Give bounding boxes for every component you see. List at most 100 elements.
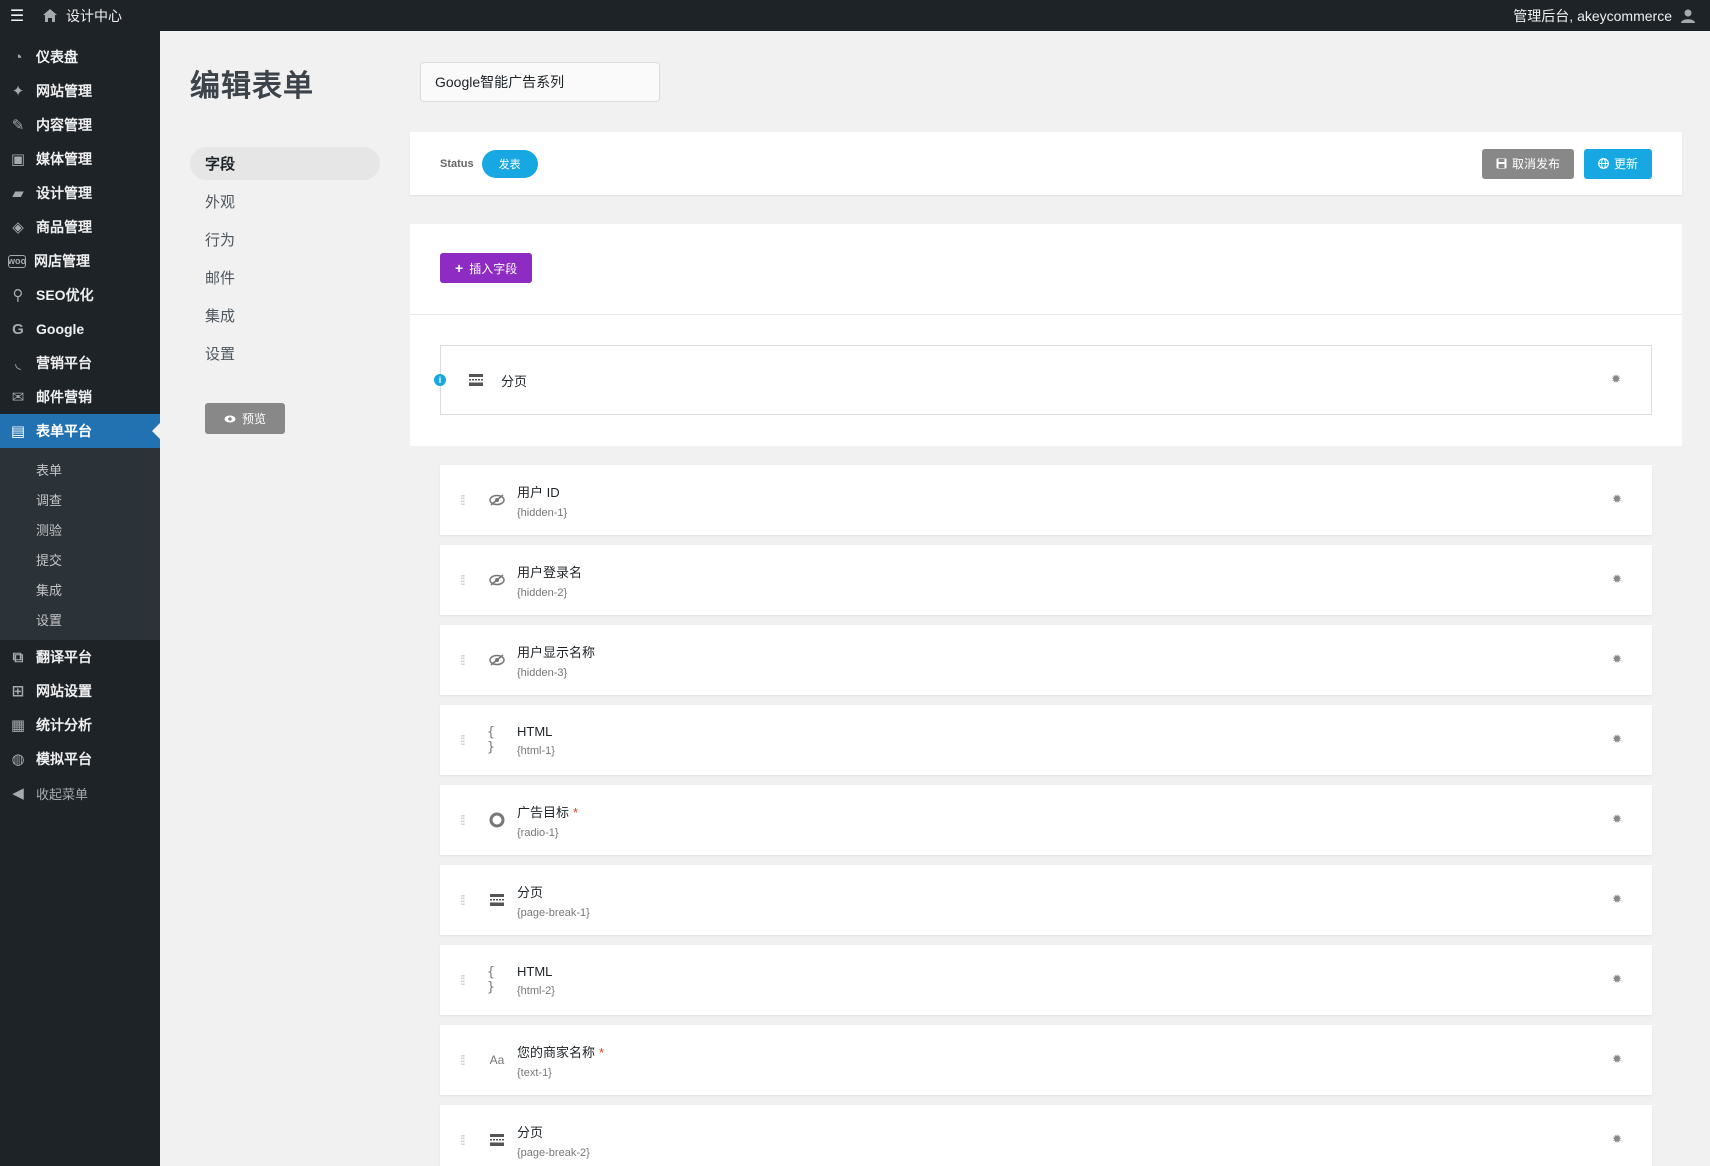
submenu-item-submissions[interactable]: 提交 [0, 544, 160, 574]
field-slug: {hidden-2} [517, 586, 568, 599]
field-text: 用户登录名 {hidden-2} [517, 562, 582, 599]
tab-fields[interactable]: 字段 [190, 147, 380, 180]
gear-icon[interactable]: ✹ [1612, 972, 1622, 986]
sidebar-item-google[interactable]: G Google [0, 312, 160, 346]
sidebar-item-dashboard[interactable]: ◔ 仪表盘 [0, 40, 160, 74]
sidebar-item-seo[interactable]: ⚲ SEO优化 [0, 278, 160, 312]
tab-email[interactable]: 邮件 [190, 261, 380, 294]
user-menu[interactable]: 管理后台, akeycommerce [1513, 6, 1710, 26]
sidebar-item-sites[interactable]: ✦ 网站管理 [0, 74, 160, 108]
drag-handle-icon[interactable]: ⁞⁞ [460, 732, 472, 748]
globe-icon: ◍ [11, 751, 25, 768]
sidebar-item-design[interactable]: ▰ 设计管理 [0, 176, 160, 210]
gear-icon[interactable]: ✹ [1612, 812, 1622, 826]
status-badge[interactable]: 发表 [481, 149, 538, 178]
gear-icon[interactable]: ✹ [1612, 572, 1622, 586]
stats-icon: ▦ [10, 717, 26, 734]
translate-icon: ⧉ [12, 648, 24, 666]
dashboard-icon: ◔ [13, 48, 23, 66]
sidebar-item-translate[interactable]: ⧉ 翻译平台 [0, 640, 160, 674]
gear-icon[interactable]: ✹ [1612, 892, 1622, 906]
drag-handle-icon[interactable]: ⁞⁞ [460, 492, 472, 508]
field-list: ⁞⁞ 用户 ID {hidden-1} ✹ ⁞⁞ 用户登录名 {hidden-2} ✹ ⁞⁞ 用户… [440, 465, 1652, 1166]
submenu-item-forms[interactable]: 表单 [0, 454, 160, 484]
sidebar-item-email[interactable]: ✉ 邮件营销 [0, 380, 160, 414]
drag-handle-icon[interactable]: ⁞⁞ [460, 1052, 472, 1068]
hidden-icon [487, 650, 507, 670]
search-icon: ⚲ [12, 287, 24, 304]
sidebar-item-products[interactable]: ◈ 商品管理 [0, 210, 160, 244]
field-row[interactable]: ⁞⁞ 用户 ID {hidden-1} ✹ [440, 465, 1652, 535]
sidebar-item-label: 邮件营销 [36, 389, 92, 405]
field-label: 分页 [517, 1124, 544, 1140]
tab-integrations[interactable]: 集成 [190, 299, 380, 332]
page-break-icon [487, 1130, 507, 1150]
gear-icon[interactable]: ✹ [1612, 492, 1622, 506]
menu-toggle-icon[interactable]: ☰ [0, 6, 34, 26]
gear-icon[interactable]: ✹ [1612, 732, 1622, 746]
info-icon[interactable]: i [434, 374, 446, 386]
hidden-icon [487, 490, 507, 510]
sidebar-item-analytics[interactable]: ▦ 统计分析 [0, 708, 160, 742]
sidebar-item-shop[interactable]: woo 网店管理 [0, 244, 160, 278]
page-title: 编辑表单 [190, 70, 314, 103]
insert-field-button[interactable]: + 插入字段 [440, 253, 533, 283]
gear-icon[interactable]: ✹ [1612, 1132, 1622, 1146]
site-home-link[interactable]: 设计中心 [42, 6, 122, 26]
update-button[interactable]: 更新 [1583, 148, 1652, 179]
sidebar-item-label: 媒体管理 [36, 151, 92, 167]
sidebar-item-label: 商品管理 [36, 219, 92, 235]
field-row[interactable]: ⁞⁞ 分页 {page-break-2} ✹ [440, 1105, 1652, 1166]
collapse-menu-label: 收起菜单 [36, 786, 89, 802]
field-slug: {hidden-1} [517, 506, 568, 519]
field-label: 用户显示名称 [517, 644, 596, 660]
tab-appearance[interactable]: 外观 [190, 185, 380, 218]
admin-sidebar: ◔ 仪表盘 ✦ 网站管理 ✎ 内容管理 ▣ 媒体管理 ▰ 设计管理 ◈ 商品管理 woo 网店… [0, 31, 160, 1166]
tab-behavior[interactable]: 行为 [190, 223, 380, 256]
sidebar-item-label: 统计分析 [36, 717, 92, 733]
submenu-item-quizzes[interactable]: 测验 [0, 514, 160, 544]
tab-settings[interactable]: 设置 [190, 337, 380, 370]
gear-icon[interactable]: ✹ [1612, 1052, 1622, 1066]
submenu-item-settings[interactable]: 设置 [0, 604, 160, 634]
drag-handle-icon[interactable]: ⁞⁞ [460, 572, 472, 588]
field-text: HTML {html-1} [517, 724, 555, 757]
field-label: 分页 [517, 884, 544, 900]
drag-handle-icon[interactable]: ⁞⁞ [460, 652, 472, 668]
field-row[interactable]: ⁞⁞ 分页 {page-break-1} ✹ [440, 865, 1652, 935]
user-avatar-icon [1681, 9, 1695, 23]
field-row[interactable]: ⁞⁞ 用户显示名称 {hidden-3} ✹ [440, 625, 1652, 695]
drag-handle-icon[interactable]: ⁞⁞ [460, 972, 472, 988]
field-text: 分页 {page-break-1} [517, 882, 590, 919]
form-name-input[interactable]: Google智能广告系列 [420, 62, 660, 102]
code-icon: { } [487, 725, 495, 755]
sidebar-item-content[interactable]: ✎ 内容管理 [0, 108, 160, 142]
text-icon: Aa [489, 1053, 505, 1067]
page-break-icon [466, 370, 486, 390]
submenu-item-integrations[interactable]: 集成 [0, 574, 160, 604]
drag-handle-icon[interactable]: ⁞⁞ [460, 1132, 472, 1148]
sidebar-item-label: 表单平台 [36, 423, 92, 439]
sidebar-item-media[interactable]: ▣ 媒体管理 [0, 142, 160, 176]
sidebar-item-label: 内容管理 [36, 117, 92, 133]
drag-handle-icon[interactable]: ⁞⁞ [460, 812, 472, 828]
submenu-item-surveys[interactable]: 调查 [0, 484, 160, 514]
collapse-menu-button[interactable]: ◀ 收起菜单 [0, 776, 160, 810]
sidebar-item-site-settings[interactable]: ⊞ 网站设置 [0, 674, 160, 708]
unpublish-button[interactable]: 取消发布 [1481, 148, 1574, 179]
sidebar-item-forms[interactable]: ▤ 表单平台 [0, 414, 160, 448]
page-break-header[interactable]: i 分页 ✹ [434, 345, 1652, 415]
sidebar-item-simulate[interactable]: ◍ 模拟平台 [0, 742, 160, 776]
field-row[interactable]: ⁞⁞ { } HTML {html-2} ✹ [440, 945, 1652, 1015]
field-row[interactable]: ⁞⁞ { } HTML {html-1} ✹ [440, 705, 1652, 775]
field-row[interactable]: ⁞⁞ Aa 您的商家名称 * {text-1} ✹ [440, 1025, 1652, 1095]
field-row[interactable]: ⁞⁞ 用户登录名 {hidden-2} ✹ [440, 545, 1652, 615]
field-row[interactable]: ⁞⁞ 广告目标 * {radio-1} ✹ [440, 785, 1652, 855]
drag-handle-icon[interactable]: ⁞⁞ [460, 892, 472, 908]
gear-icon[interactable]: ✹ [1611, 372, 1621, 386]
sidebar-item-marketing[interactable]: ◟ 营销平台 [0, 346, 160, 380]
hidden-icon [487, 570, 507, 590]
preview-button[interactable]: 预览 [205, 403, 285, 434]
gear-icon[interactable]: ✹ [1612, 652, 1622, 666]
radio-icon [487, 810, 507, 830]
